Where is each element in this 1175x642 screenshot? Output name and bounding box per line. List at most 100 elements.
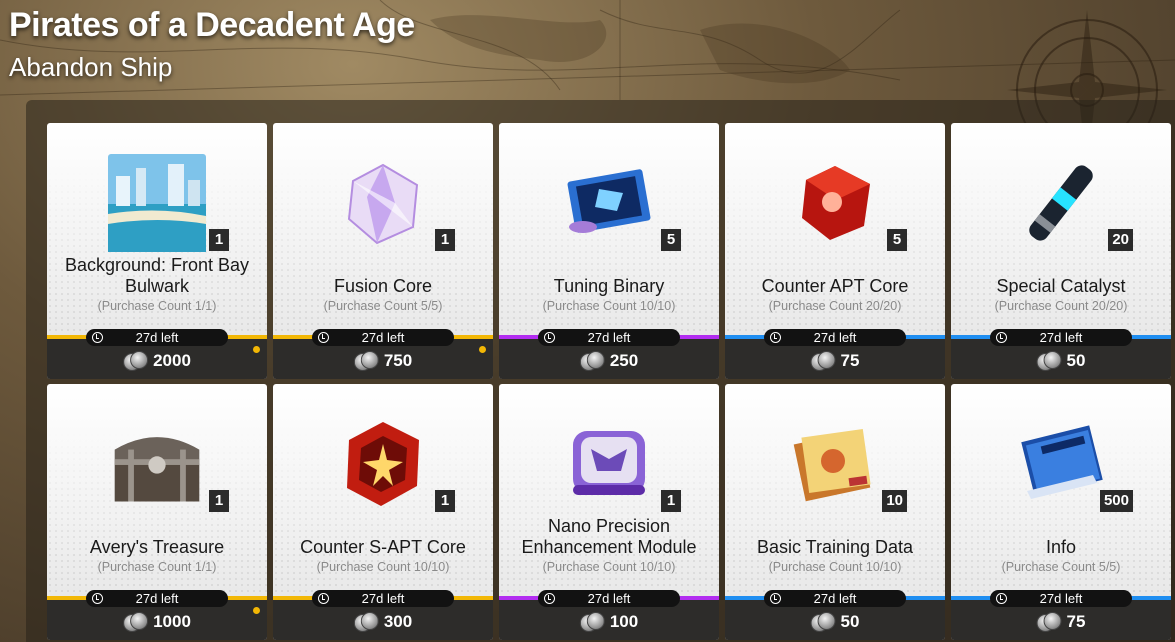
item-name: Tuning Binary — [553, 276, 665, 296]
coin-icon — [579, 351, 606, 371]
coin-icon — [353, 612, 380, 632]
price-value: 1000 — [153, 612, 191, 631]
coin-icon — [810, 612, 837, 632]
price: 50 — [810, 612, 860, 632]
coin-icon — [353, 351, 380, 371]
price-value: 75 — [1066, 612, 1086, 631]
catalyst-icon — [1011, 153, 1111, 253]
time-left-text: 27d left — [135, 330, 179, 345]
time-left-text: 27d left — [1039, 330, 1083, 345]
price-value: 50 — [840, 612, 860, 631]
quantity-badge: 1 — [661, 490, 681, 512]
price: 2000 — [123, 351, 191, 371]
clock-icon — [544, 332, 555, 343]
shop-item-card[interactable]: 1 Counter S-APT Core (Purchase Count 10/… — [273, 384, 493, 640]
coin-icon — [810, 351, 837, 371]
price: 300 — [353, 612, 413, 632]
shop-grid: 1 Background: Front Bay Bulwark (Purchas… — [47, 123, 1171, 640]
notification-dot — [253, 607, 260, 614]
quantity-badge: 500 — [1099, 490, 1133, 512]
price: 1000 — [123, 612, 191, 632]
purchase-count: (Purchase Count 1/1) — [97, 560, 217, 574]
shop-item-card[interactable]: 20 Special Catalyst (Purchase Count 20/2… — [951, 123, 1171, 379]
price: 75 — [1036, 612, 1086, 632]
price-value: 50 — [1066, 351, 1086, 370]
shop-item-card[interactable]: 1 Avery's Treasure (Purchase Count 1/1) … — [47, 384, 267, 640]
training-data-icon — [785, 414, 885, 514]
time-left-badge: 27d left — [312, 329, 454, 346]
time-left-badge: 27d left — [86, 590, 228, 607]
purchase-count: (Purchase Count 10/10) — [768, 560, 902, 574]
clock-icon — [770, 593, 781, 604]
purchase-count: (Purchase Count 20/20) — [768, 299, 902, 313]
time-left-badge: 27d left — [764, 329, 906, 346]
shop-item-card[interactable]: 1 Background: Front Bay Bulwark (Purchas… — [47, 123, 267, 379]
treasure-chest-icon — [107, 414, 207, 514]
shop-item-card[interactable]: 5 Counter APT Core (Purchase Count 20/20… — [725, 123, 945, 379]
price-value: 2000 — [153, 351, 191, 370]
s-apt-core-icon — [333, 414, 433, 514]
item-name: Info — [1045, 537, 1077, 557]
shop-item-card[interactable]: 500 Info (Purchase Count 5/5) 27d left 7… — [951, 384, 1171, 640]
purchase-count: (Purchase Count 10/10) — [542, 560, 676, 574]
item-name: Special Catalyst — [996, 276, 1126, 296]
coin-icon — [123, 612, 149, 632]
item-name: Fusion Core — [333, 276, 433, 296]
price: 75 — [810, 351, 860, 371]
price: 100 — [579, 612, 639, 632]
price-value: 75 — [840, 351, 860, 370]
price-value: 750 — [383, 351, 413, 370]
info-book-icon — [1011, 414, 1111, 514]
time-left-text: 27d left — [587, 330, 631, 345]
quantity-badge: 20 — [1108, 229, 1133, 251]
item-name: Counter APT Core — [761, 276, 909, 296]
clock-icon — [996, 593, 1007, 604]
fusion-core-icon — [333, 153, 433, 253]
shop-item-card[interactable]: 1 Nano Precision Enhancement Module (Pur… — [499, 384, 719, 640]
time-left-text: 27d left — [813, 591, 857, 606]
time-left-text: 27d left — [361, 330, 405, 345]
clock-icon — [544, 593, 555, 604]
clock-icon — [318, 332, 329, 343]
time-left-badge: 27d left — [990, 329, 1132, 346]
clock-icon — [92, 332, 103, 343]
quantity-badge: 1 — [209, 490, 229, 512]
time-left-badge: 27d left — [312, 590, 454, 607]
tuning-binary-icon — [559, 153, 659, 253]
item-name: Nano Precision Enhancement Module — [521, 516, 697, 557]
clock-icon — [318, 593, 329, 604]
purchase-count: (Purchase Count 10/10) — [316, 560, 450, 574]
purchase-count: (Purchase Count 10/10) — [542, 299, 676, 313]
clock-icon — [996, 332, 1007, 343]
time-left-text: 27d left — [813, 330, 857, 345]
shop-item-card[interactable]: 5 Tuning Binary (Purchase Count 10/10) 2… — [499, 123, 719, 379]
time-left-badge: 27d left — [86, 329, 228, 346]
purchase-count: (Purchase Count 5/5) — [323, 299, 443, 313]
page-subtitle: Abandon Ship — [9, 52, 173, 82]
time-left-text: 27d left — [135, 591, 179, 606]
quantity-badge: 1 — [435, 490, 455, 512]
price: 250 — [579, 351, 639, 371]
quantity-badge: 5 — [661, 229, 681, 251]
clock-icon — [770, 332, 781, 343]
coin-icon — [1036, 612, 1063, 632]
time-left-text: 27d left — [361, 591, 405, 606]
price-value: 300 — [383, 612, 413, 631]
shop-item-card[interactable]: 1 Fusion Core (Purchase Count 5/5) 27d l… — [273, 123, 493, 379]
time-left-badge: 27d left — [538, 329, 680, 346]
price-value: 250 — [609, 351, 639, 370]
apt-core-icon — [785, 153, 885, 253]
purchase-count: (Purchase Count 1/1) — [97, 299, 217, 313]
time-left-text: 27d left — [1039, 591, 1083, 606]
time-left-badge: 27d left — [764, 590, 906, 607]
clock-icon — [92, 593, 103, 604]
time-left-text: 27d left — [587, 591, 631, 606]
notification-dot — [479, 346, 486, 353]
item-name: Basic Training Data — [756, 537, 914, 557]
price: 750 — [353, 351, 413, 371]
shop-item-card[interactable]: 10 Basic Training Data (Purchase Count 1… — [725, 384, 945, 640]
notification-dot — [253, 346, 260, 353]
time-left-badge: 27d left — [990, 590, 1132, 607]
price-value: 100 — [609, 612, 639, 631]
purchase-count: (Purchase Count 20/20) — [994, 299, 1128, 313]
